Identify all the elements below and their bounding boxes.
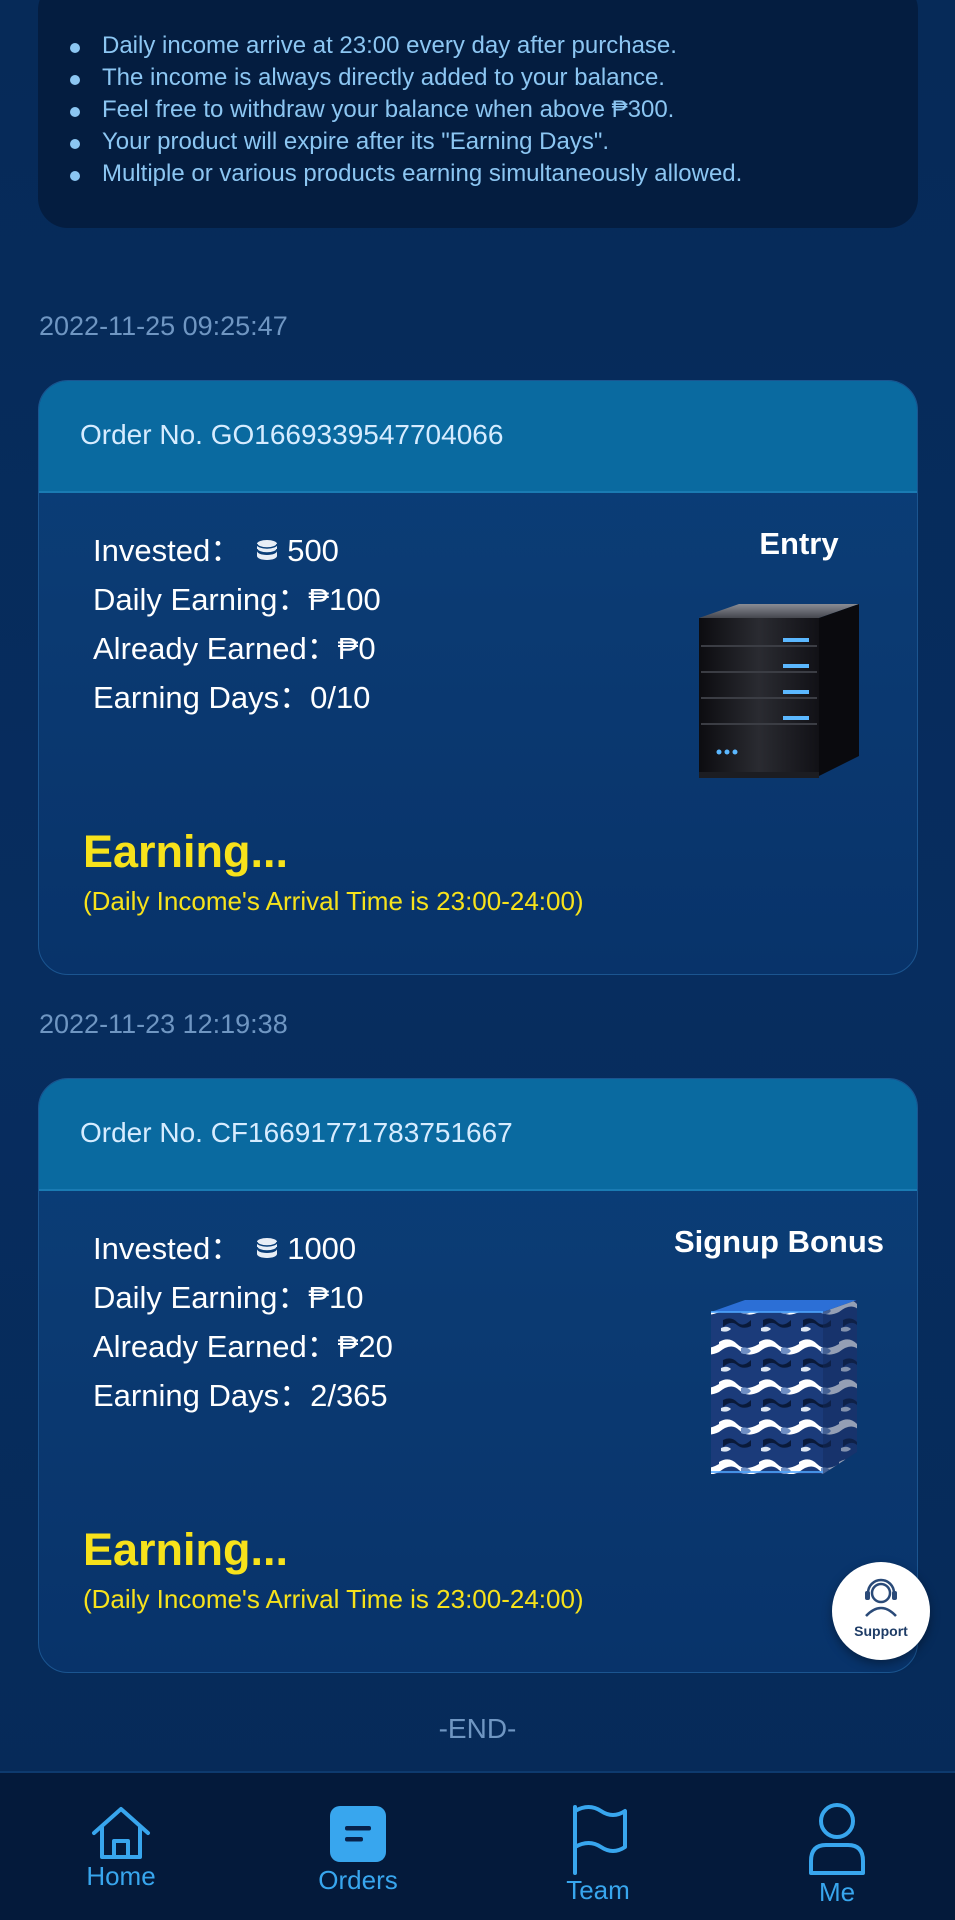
- rule-item: The income is always directly added to y…: [70, 62, 918, 94]
- orders-page: Daily income arrive at 23:00 every day a…: [0, 0, 955, 1920]
- nav-me-label: Me: [818, 1877, 856, 1907]
- coin-icon: [256, 539, 278, 560]
- server-image: [699, 604, 859, 778]
- flag-icon: [573, 1805, 627, 1875]
- daily-earning: Daily Earning：₱100: [93, 582, 381, 617]
- orders-icon: [330, 1806, 386, 1862]
- product-name: Signup Bonus: [673, 1224, 885, 1259]
- invested-row: Invested： 500: [93, 526, 381, 575]
- already-earned: Already Earned：₱0: [93, 631, 376, 666]
- nav-orders[interactable]: Orders: [303, 1803, 413, 1896]
- earning-days: Earning Days：0/10: [93, 680, 371, 715]
- rule-item: Multiple or various products earning sim…: [70, 158, 918, 190]
- nav-team-label: Team: [566, 1875, 630, 1905]
- nav-orders-label: Orders: [318, 1865, 398, 1895]
- earning-days: Earning Days：2/365: [93, 1378, 388, 1413]
- arrival-time-note: (Daily Income's Arrival Time is 23:00-24…: [83, 886, 584, 916]
- rule-item: Daily income arrive at 23:00 every day a…: [70, 30, 918, 62]
- arrival-time-note: (Daily Income's Arrival Time is 23:00-24…: [83, 1584, 584, 1614]
- order-card[interactable]: Order No. CF1669177178375166​7 Invested：…: [38, 1078, 918, 1673]
- home-icon: [92, 1807, 150, 1859]
- invested-label: Invested：: [93, 1231, 242, 1266]
- headset-icon: [865, 1578, 897, 1617]
- invested-label: Invested：: [93, 533, 242, 568]
- rule-item: Your product will expire after its "Earn…: [70, 126, 918, 158]
- product-name: Entry: [759, 526, 839, 561]
- order-timestamp: 2022-11-23 12:19:38: [39, 1009, 288, 1039]
- invested-value: 500: [287, 533, 339, 568]
- already-earned: Already Earned：₱20: [93, 1329, 393, 1364]
- invested-row: Invested： 1000: [93, 1224, 393, 1273]
- camo-server-image: [711, 1300, 857, 1474]
- earning-status: Earning...: [83, 826, 289, 877]
- rules-list: Daily income arrive at 23:00 every day a…: [70, 30, 918, 190]
- user-icon: [809, 1803, 865, 1875]
- nav-home[interactable]: Home: [66, 1805, 176, 1892]
- nav-home-label: Home: [86, 1861, 156, 1891]
- order-number: Order No. GO1669339547704066: [39, 381, 917, 493]
- nav-team[interactable]: Team: [543, 1803, 653, 1906]
- nav-me[interactable]: Me: [782, 1801, 892, 1908]
- order-info: Invested： 1000 Daily Earning：₱10 Already …: [93, 1224, 393, 1420]
- rule-item: Feel free to withdraw your balance when …: [70, 94, 918, 126]
- order-timestamp: 2022-11-25 09:25:47: [39, 311, 288, 341]
- invested-value: 1000: [287, 1231, 357, 1266]
- daily-earning: Daily Earning：₱10: [93, 1280, 364, 1315]
- rules-panel: Daily income arrive at 23:00 every day a…: [38, 0, 918, 228]
- order-number: Order No. CF1669177178375166​7: [39, 1079, 917, 1191]
- support-button[interactable]: Support: [832, 1562, 930, 1660]
- coin-icon: [256, 1237, 278, 1258]
- order-card[interactable]: Order No. GO1669339547704066 Invested： 50…: [38, 380, 918, 975]
- earning-status: Earning...: [83, 1524, 289, 1575]
- bottom-nav: Home Orders Team Me: [0, 1771, 955, 1920]
- support-label: Support: [854, 1623, 908, 1639]
- end-marker: -END-: [438, 1713, 517, 1744]
- order-info: Invested： 500 Daily Earning：₱100 Already …: [93, 526, 381, 722]
